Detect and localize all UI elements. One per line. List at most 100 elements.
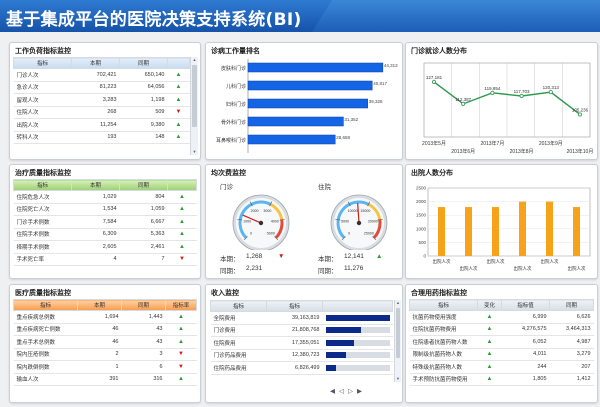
data-label: 112,387 (455, 97, 471, 102)
data-label: 120,313 (543, 85, 560, 90)
trend-cell: ▼ (165, 348, 197, 361)
trend-cell: ▲ (167, 190, 197, 204)
visits-title: 均次费监控 (211, 170, 246, 177)
table-row: 住院人次 268 509 ▼ (13, 106, 190, 119)
dept-rank-chart: 皮肤科门诊 44,313 儿科门诊 40,817 妇科门诊 39,328 骨外科门诊 31,3… (216, 59, 398, 153)
progress-fill (325, 364, 337, 371)
trend-cell: ▲ (167, 228, 197, 241)
progress-bar (325, 327, 390, 334)
medical-quality-title: 医疗质量指标监控 (15, 290, 71, 297)
row-label: 门诊药品费用 (210, 349, 267, 362)
row-previous-value: 6 (121, 360, 166, 374)
row-label: 重点疾病死亡例数 (13, 323, 78, 336)
gauge-hub (258, 220, 264, 226)
income-scrollbar[interactable]: ▲ ▼ (394, 300, 401, 382)
table-row: 重点手术总例数 46 43 ▲ (13, 335, 197, 349)
col-header: 本期 (71, 57, 120, 69)
data-label: 127,181 (426, 75, 443, 80)
progress-cell (322, 324, 393, 337)
trend-cell: ▲ (165, 310, 197, 324)
row-label: 特殊级抗菌药物人数 (409, 360, 478, 374)
gauge-tick-label: 1000 (243, 219, 251, 223)
row-value: 12,380,723 (266, 349, 323, 362)
row-current-value: 193 (71, 131, 120, 144)
bar (247, 62, 384, 73)
trend-cell: ▲ (165, 373, 197, 386)
row-label: 重点手术总例数 (13, 335, 78, 349)
table-row: 转科人次 193 148 ▲ (13, 131, 190, 144)
row-value: 17,355,051 (266, 336, 323, 350)
col-header: 指标 (210, 300, 267, 312)
trend-cell: ▲ (477, 323, 502, 336)
last-page-icon[interactable]: ▶ (357, 388, 366, 395)
outpatient-trend-panel: 门诊就诊人数分布 127,181 112,387 119,854 117,703 120… (405, 42, 598, 160)
row-previous-value: 5,363 (119, 228, 168, 241)
discharge-chart: 05001000150020002500出院人次 出院人次 出院人次出院人次 出院人次… (416, 186, 591, 272)
pager-nav[interactable]: ◀◁▷▶ (330, 387, 366, 395)
bar (247, 116, 344, 127)
drug-usage-table: 指标 变化 指标值 同期 抗菌药物使用强度 ▲ 6,999 6,626 住院抗菌药物费用… (409, 299, 594, 386)
row-label: 门诊手术例数 (13, 215, 72, 229)
bar (519, 201, 526, 256)
data-point (548, 90, 553, 95)
gauge-tick-label: 0 (250, 231, 252, 235)
row-current-value: 11,254 (71, 118, 120, 132)
tick-label: 出院人次 (541, 258, 559, 265)
table-row: 院内跌倒例数 1 6 ▼ (13, 360, 197, 374)
row-label: 门诊人次 (13, 68, 72, 82)
row-current-value: 702,421 (71, 68, 120, 82)
outpatient-trend-title: 门诊就诊人数分布 (411, 48, 467, 55)
income-table: 指标 指标 全院费用 39,163,819 门诊费用 21,808,768 住院费用 17… (210, 300, 393, 375)
row-previous-value: 9,380 (119, 118, 168, 132)
trend-cell: ▲ (477, 373, 502, 386)
first-page-icon[interactable]: ◀ (330, 388, 339, 395)
next-page-icon[interactable]: ▷ (348, 388, 357, 395)
scroll-down-icon[interactable]: ▼ (191, 149, 198, 155)
table-row: 留观人次 3,283 1,198 ▲ (13, 93, 190, 107)
scroll-down-icon[interactable]: ▼ (395, 376, 401, 382)
col-header (167, 179, 197, 191)
trend-cell: ▲ (167, 240, 197, 254)
workload-scrollbar[interactable]: ▲ ▼ (190, 57, 198, 155)
scroll-up-icon[interactable]: ▲ (395, 300, 401, 306)
row-label: 手术死亡率 (13, 253, 72, 266)
trend-cell: ▼ (165, 360, 197, 374)
bar (247, 80, 373, 91)
row-current-value: 1,029 (71, 190, 120, 204)
table-header: 指标 指标 (210, 300, 393, 312)
trend-cell: ▲ (167, 118, 190, 132)
scroll-up-icon[interactable]: ▲ (191, 57, 198, 63)
up-arrow-icon: ▲ (179, 193, 185, 200)
trend-cell: ▲ (167, 215, 197, 229)
row-previous-value: 1,443 (121, 310, 166, 324)
workload-panel: 工作负荷指标监控 指标 本期 同期 门诊人次 702,421 650,140 ▲ 急诊人… (9, 42, 201, 160)
prev-page-icon[interactable]: ◁ (339, 388, 348, 395)
data-label: 31,352 (344, 117, 358, 122)
progress-bar (325, 314, 390, 321)
row-label: 门诊费用 (210, 324, 267, 337)
row-current-value: 46 (77, 323, 122, 336)
up-arrow-icon: ▲ (486, 351, 493, 358)
gauge-tick-label: 10000 (348, 209, 358, 213)
table-row: 全院费用 39,163,819 (210, 311, 393, 325)
row-label: 住院患者抗菌药物人数 (409, 335, 478, 349)
row-label: 住院危急人次 (13, 190, 72, 204)
trend-cell: ▲ (167, 68, 190, 82)
table-row: 院内压疮例数 2 3 ▼ (13, 348, 197, 361)
progress-bar (325, 339, 390, 346)
drug-usage-title: 合理用药指标监控 (411, 290, 467, 297)
up-arrow-icon: ▲ (175, 96, 182, 103)
up-arrow-icon: ▲ (175, 121, 182, 128)
row-current-value: 4 (71, 253, 120, 266)
data-point (577, 112, 582, 117)
up-arrow-icon: ▲ (486, 326, 493, 333)
up-arrow-icon: ▲ (178, 338, 184, 345)
row-label: 手术预防抗菌药物使用 (409, 373, 478, 386)
row-label: 住院抗菌药物费用 (409, 323, 478, 336)
scroll-thumb[interactable] (396, 308, 400, 358)
up-arrow-icon: ▲ (376, 253, 383, 260)
scroll-thumb[interactable] (192, 65, 197, 127)
table-row: 限制级抗菌药物人数 ▲ 4,011 3,279 (409, 348, 594, 361)
gauge1-current-value: 1,268 (246, 253, 263, 260)
gauge-hub (356, 220, 362, 226)
